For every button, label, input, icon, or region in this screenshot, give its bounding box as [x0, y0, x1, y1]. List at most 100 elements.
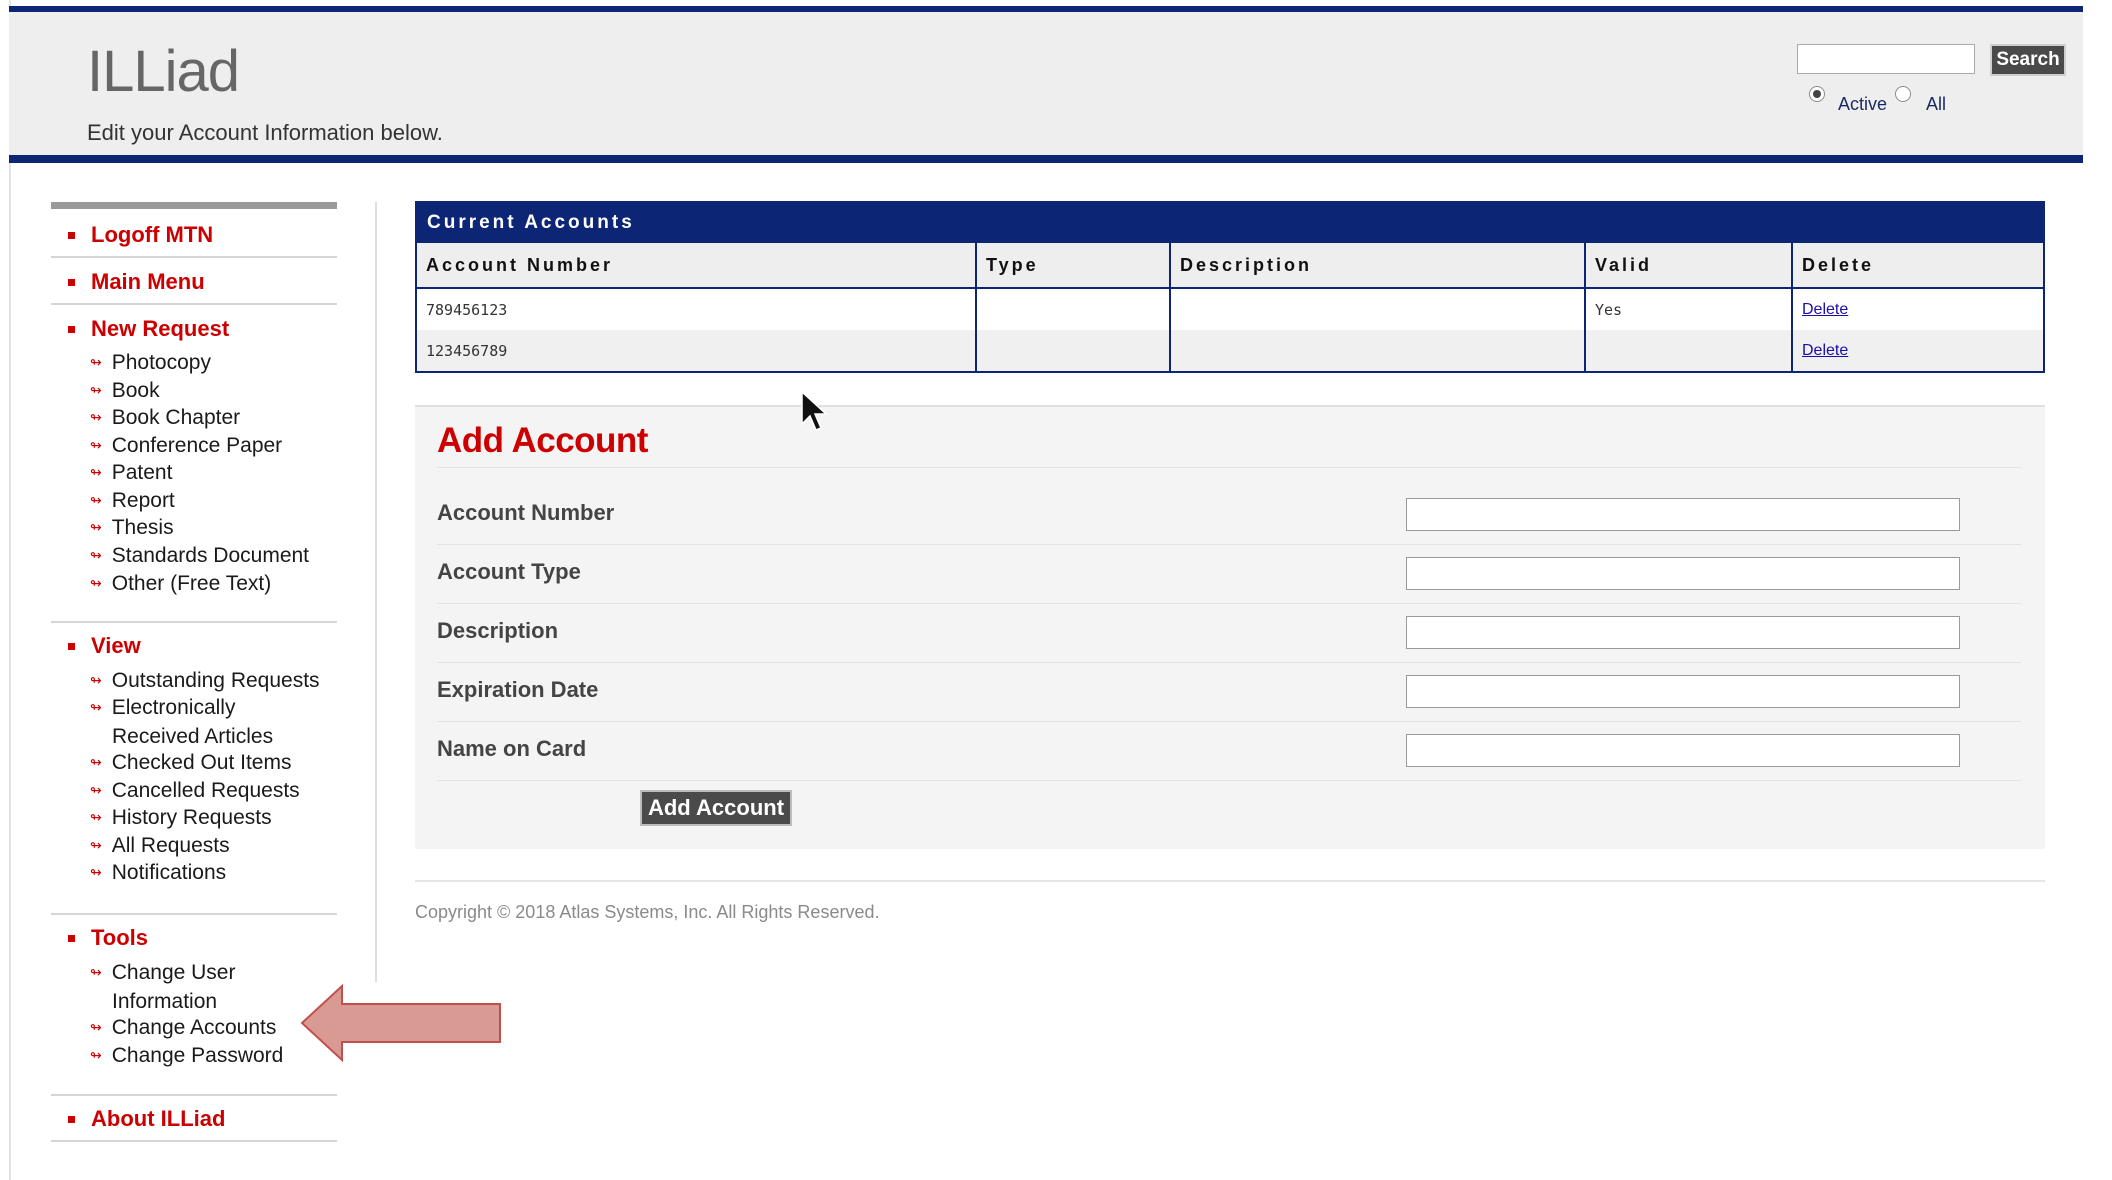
sidebar-item-change-user-information[interactable]: ↬ Change User Information: [90, 959, 235, 1015]
small-arrow-icon: ↬: [90, 1019, 102, 1035]
app-title: ILLiad: [87, 39, 240, 104]
small-arrow-icon: ↬: [90, 547, 102, 563]
copyright-text: Copyright © 2018 Atlas Systems, Inc. All…: [415, 902, 880, 922]
page-frame: [9, 0, 11, 1180]
square-bullet-icon: [68, 278, 75, 286]
small-arrow-icon: ↬: [90, 754, 102, 770]
sidebar-item-electronically-received-articles[interactable]: ↬ Electronically Received Articles: [90, 694, 273, 750]
radio-all-label[interactable]: All: [1926, 94, 1946, 115]
small-arrow-icon: ↬: [90, 864, 102, 880]
cell-description: [1171, 330, 1586, 371]
page-header: ILLiad Edit your Account Information bel…: [9, 6, 2083, 163]
small-arrow-icon: ↬: [90, 782, 102, 798]
cell-description: [1171, 289, 1586, 330]
name-on-card-label: Name on Card: [437, 736, 587, 761]
small-arrow-icon: ↬: [90, 437, 102, 453]
sidebar-item-book[interactable]: ↬ Book: [90, 377, 160, 406]
delete-link[interactable]: Delete: [1802, 342, 1848, 360]
account-number-input[interactable]: [1406, 498, 1960, 531]
form-divider: [437, 603, 2021, 604]
sidebar-section-label: Tools: [91, 925, 149, 950]
sidebar-section-label: New Request: [91, 316, 230, 341]
small-arrow-icon: ↬: [90, 699, 102, 715]
sidebar-item-label: About ILLiad: [91, 1106, 226, 1131]
sidebar-item-label: Main Menu: [91, 269, 205, 294]
footer-divider: [415, 880, 2045, 882]
sidebar-item-report[interactable]: ↬ Report: [90, 487, 175, 516]
cell-account-number: 789456123: [417, 289, 977, 330]
cell-account-number: 123456789: [417, 330, 977, 371]
expiration-date-input[interactable]: [1406, 675, 1960, 708]
radio-all[interactable]: [1895, 86, 1911, 102]
table-row: 123456789 Delete: [417, 330, 2043, 371]
sidebar-item-history-requests[interactable]: ↬ History Requests: [90, 804, 272, 833]
cell-valid: Yes: [1586, 289, 1793, 330]
sidebar-item-conference-paper[interactable]: ↬ Conference Paper: [90, 432, 282, 461]
form-title: Add Account: [437, 421, 648, 460]
sidebar-separator: [375, 202, 377, 982]
sidebar-item-checked-out-items[interactable]: ↬ Checked Out Items: [90, 749, 291, 778]
search-button[interactable]: Search: [1990, 44, 2066, 76]
column-header-type: Type: [977, 243, 1171, 287]
callout-arrow-icon: [300, 983, 501, 1063]
sidebar-item-cancelled-requests[interactable]: ↬ Cancelled Requests: [90, 777, 300, 806]
expiration-date-label: Expiration Date: [437, 677, 599, 702]
sidebar-item-logoff[interactable]: Logoff MTN: [68, 222, 213, 248]
sidebar-divider: [51, 621, 337, 623]
small-arrow-icon: ↬: [90, 409, 102, 425]
description-label: Description: [437, 618, 559, 643]
sidebar-item-book-chapter[interactable]: ↬ Book Chapter: [90, 404, 240, 433]
name-on-card-input[interactable]: [1406, 734, 1960, 767]
square-bullet-icon: [68, 325, 75, 333]
form-divider: [437, 780, 2021, 781]
table-caption: Current Accounts: [417, 203, 2043, 243]
search-input[interactable]: [1797, 44, 1975, 74]
sidebar-section-tools[interactable]: Tools: [68, 925, 148, 951]
page-subtitle: Edit your Account Information below.: [87, 120, 443, 145]
sidebar-item-photocopy[interactable]: ↬ Photocopy: [90, 349, 211, 378]
cell-delete: Delete: [1793, 289, 2043, 330]
sidebar-divider: [51, 1140, 337, 1142]
add-account-button[interactable]: Add Account: [640, 790, 792, 826]
square-bullet-icon: [68, 231, 75, 239]
sidebar-section-new-request[interactable]: New Request: [68, 316, 229, 342]
small-arrow-icon: ↬: [90, 519, 102, 535]
cell-delete: Delete: [1793, 330, 2043, 371]
cell-type: [977, 289, 1171, 330]
sidebar-item-standards-document[interactable]: ↬ Standards Document: [90, 542, 309, 571]
sidebar-item-about[interactable]: About ILLiad: [68, 1106, 225, 1132]
cell-type: [977, 330, 1171, 371]
sidebar-item-main-menu[interactable]: Main Menu: [68, 269, 205, 295]
sidebar-top-bar: [51, 202, 337, 209]
small-arrow-icon: ↬: [90, 672, 102, 688]
sidebar-item-patent[interactable]: ↬ Patent: [90, 459, 172, 488]
description-input[interactable]: [1406, 616, 1960, 649]
sidebar-item-all-requests[interactable]: ↬ All Requests: [90, 832, 230, 861]
sidebar-item-label: Logoff MTN: [91, 222, 214, 247]
small-arrow-icon: ↬: [90, 354, 102, 370]
column-header-delete: Delete: [1802, 254, 1875, 275]
form-divider: [437, 721, 2021, 722]
sidebar-item-thesis[interactable]: ↬ Thesis: [90, 514, 174, 543]
delete-link[interactable]: Delete: [1802, 301, 1848, 319]
small-arrow-icon: ↬: [90, 837, 102, 853]
sidebar-section-label: View: [91, 633, 141, 658]
sidebar-divider: [51, 1094, 337, 1096]
sidebar-divider: [51, 256, 337, 258]
sidebar-item-change-accounts[interactable]: ↬ Change Accounts: [90, 1014, 276, 1043]
mouse-pointer-icon: [801, 390, 828, 431]
radio-active-label[interactable]: Active: [1838, 94, 1887, 115]
sidebar-item-notifications[interactable]: ↬ Notifications: [90, 859, 226, 888]
sidebar-section-view[interactable]: View: [68, 633, 141, 659]
sidebar-item-outstanding-requests[interactable]: ↬ Outstanding Requests: [90, 667, 320, 696]
sidebar-divider: [51, 913, 337, 915]
column-header-description: Description: [1171, 243, 1586, 287]
form-divider: [437, 467, 2021, 468]
column-header-valid: Valid: [1586, 243, 1793, 287]
account-type-input[interactable]: [1406, 557, 1960, 590]
column-header-account-number: Account Number: [417, 243, 977, 287]
sidebar-item-other-free-text[interactable]: ↬ Other (Free Text): [90, 570, 271, 599]
small-arrow-icon: ↬: [90, 382, 102, 398]
radio-active[interactable]: [1809, 86, 1825, 102]
sidebar-item-change-password[interactable]: ↬ Change Password: [90, 1042, 283, 1071]
